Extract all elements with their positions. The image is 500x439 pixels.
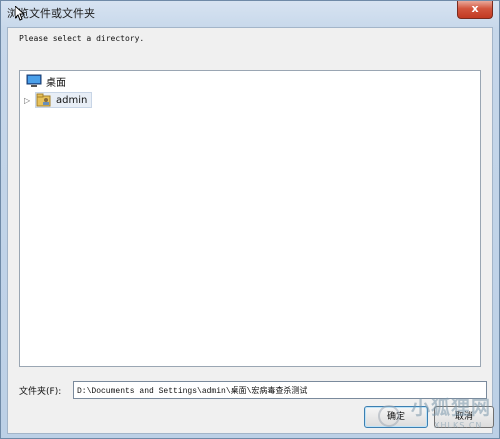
user-folder-icon: [36, 93, 51, 107]
folder-tree[interactable]: 桌面 ▷ admin: [19, 70, 481, 367]
tree-item-admin[interactable]: ▷ admin: [24, 92, 93, 108]
mouse-cursor-icon: [15, 6, 25, 21]
expand-arrow-icon[interactable]: ▷: [24, 96, 32, 105]
browse-folder-dialog: 浏览文件或文件夹 x Please select a directory. 桌面…: [0, 0, 500, 439]
title-bar[interactable]: 浏览文件或文件夹 x: [1, 1, 499, 27]
close-button[interactable]: x: [457, 1, 493, 19]
folder-path-label: 文件夹(F):: [19, 387, 62, 397]
desktop-icon: [26, 74, 42, 87]
tree-item-desktop[interactable]: 桌面: [26, 73, 66, 89]
watermark-text: 小狐狸网: [411, 397, 492, 419]
instruction-text: Please select a directory.: [19, 34, 145, 43]
tree-item-label: 桌面: [46, 77, 66, 89]
watermark-logo-icon: [378, 405, 400, 427]
tree-item-label: admin: [56, 94, 88, 106]
watermark-subtext: XHLKS.CN: [434, 421, 483, 430]
dialog-client-area: Please select a directory. 桌面 ▷ admin 文件…: [7, 27, 494, 434]
selected-highlight: admin: [35, 92, 93, 108]
